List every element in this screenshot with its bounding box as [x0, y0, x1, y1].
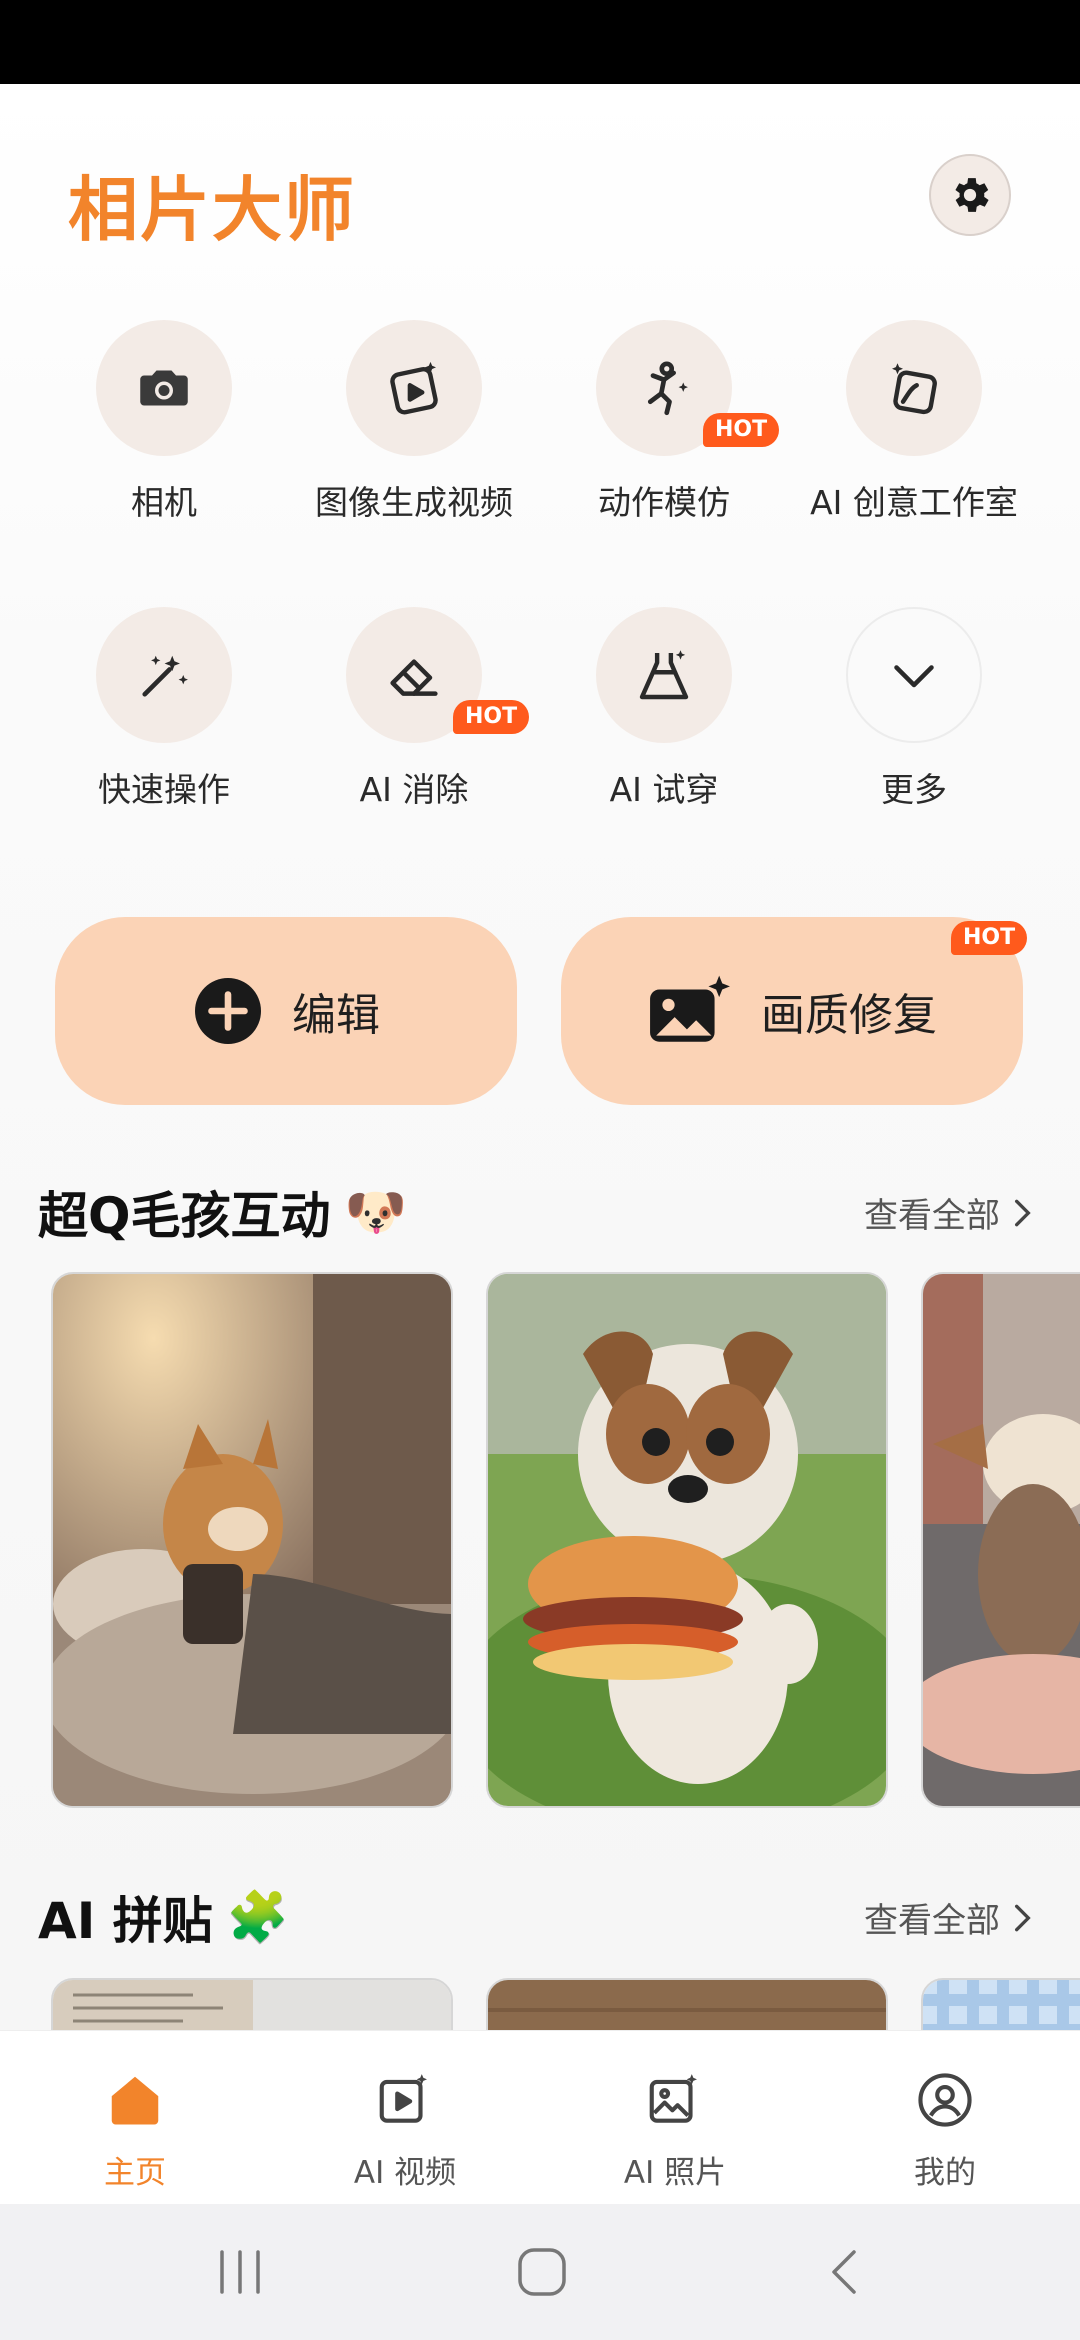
home-screen: 相片大师 相机 图像生成视频 动作模仿 HOT AI 创意工作室 快速操作 AI… [0, 84, 1080, 2034]
tool-image-to-video-label: 图像生成视频 [315, 483, 513, 522]
nav-home[interactable]: 主页 [0, 2031, 270, 2205]
edit-button[interactable]: 编辑 [55, 917, 517, 1105]
pet-card-puppy-burger[interactable] [486, 1272, 888, 1808]
dog-in-hand-image [923, 1274, 1080, 1806]
ai-photo-icon [649, 2074, 697, 2123]
app-title: 相片大师 [68, 169, 356, 251]
nav-profile[interactable]: 我的 [810, 2031, 1080, 2205]
image-to-video-icon [390, 361, 438, 415]
tool-camera-label: 相机 [131, 483, 197, 522]
tool-image-to-video[interactable]: 图像生成视频 [289, 320, 539, 524]
eraser-icon [390, 659, 438, 696]
chevron-right-icon [1015, 1904, 1031, 1931]
tool-more-label: 更多 [881, 770, 947, 809]
enhance-hot-badge: HOT [951, 921, 1028, 955]
settings-button[interactable] [929, 154, 1011, 236]
edit-button-label: 编辑 [292, 990, 380, 1041]
tool-image-to-video-circle [346, 320, 482, 456]
dress-icon [639, 650, 689, 700]
collage-card-newspaper[interactable] [51, 1978, 453, 2034]
tool-quick-actions-label: 快速操作 [98, 770, 230, 809]
tool-creative-studio-circle [846, 320, 982, 456]
pets-section-title: 超Q毛孩互动 🐶 [38, 1176, 407, 1248]
gear-icon [955, 178, 989, 212]
nav-ai-video-label: AI 视频 [353, 2155, 457, 2191]
collage-view-all-link[interactable]: 查看全部 [864, 1893, 1040, 1942]
nav-ai-photo-label: AI 照片 [623, 2155, 727, 2191]
pets-view-all-link[interactable]: 查看全部 [864, 1188, 1040, 1237]
ai-eraser-hot-badge: HOT [453, 700, 530, 734]
collage-card-wood[interactable] [486, 1978, 888, 2034]
tool-creative-studio[interactable]: AI 创意工作室 [789, 320, 1039, 524]
pet-card-dog-in-hand[interactable] [921, 1272, 1080, 1808]
gingham-pattern-image [923, 1980, 1080, 2034]
tool-ai-eraser-label: AI 消除 [359, 770, 469, 809]
pet-card-corgi[interactable] [51, 1272, 453, 1808]
tool-creative-studio-label: AI 创意工作室 [810, 483, 1018, 522]
tool-ai-tryon-label: AI 试穿 [609, 770, 719, 809]
tool-ai-tryon[interactable]: AI 试穿 [539, 607, 789, 811]
collage-section-title-text: AI 拼贴 [38, 1892, 213, 1950]
nav-home-label: 主页 [104, 2155, 166, 2191]
corgi-in-bed-image [53, 1274, 451, 1806]
plus-circle-icon [195, 978, 261, 1044]
collage-view-all-label: 查看全部 [864, 1901, 1000, 1941]
chevron-right-icon [1015, 1199, 1031, 1226]
tool-camera[interactable]: 相机 [39, 320, 289, 524]
puzzle-emoji-icon: 🧩 [226, 1887, 289, 1946]
tool-quick-actions-circle [96, 607, 232, 743]
tool-more[interactable]: 更多 [789, 607, 1039, 811]
nav-profile-label: 我的 [914, 2155, 976, 2191]
home-system-icon[interactable] [514, 2244, 570, 2300]
home-icon [111, 2076, 159, 2125]
back-icon[interactable] [820, 2244, 872, 2300]
magic-wand-icon [142, 655, 188, 697]
motion-mimic-hot-badge: HOT [703, 413, 780, 447]
status-bar [0, 0, 1080, 84]
creative-studio-icon [892, 363, 937, 415]
puppy-with-burger-image [488, 1274, 886, 1806]
pets-section-title-text: 超Q毛孩互动 [38, 1187, 331, 1245]
tool-more-circle [846, 607, 982, 743]
dance-motion-icon [647, 361, 688, 416]
collage-section-title: AI 拼贴 🧩 [38, 1881, 289, 1953]
camera-icon [140, 370, 188, 406]
nav-ai-video[interactable]: AI 视频 [270, 2031, 540, 2205]
nav-ai-photo[interactable]: AI 照片 [540, 2031, 810, 2205]
tool-quick-actions[interactable]: 快速操作 [39, 607, 289, 811]
tool-motion-mimic-label: 动作模仿 [598, 483, 730, 522]
newspaper-collage-image [53, 1980, 451, 2034]
tool-ai-tryon-circle [596, 607, 732, 743]
tool-camera-circle [96, 320, 232, 456]
bottom-nav: 主页 AI 视频 AI 照片 我的 [0, 2030, 1080, 2204]
dog-emoji-icon: 🐶 [344, 1182, 407, 1241]
image-enhance-icon [650, 975, 730, 1042]
ai-video-icon [379, 2074, 427, 2123]
recent-apps-icon[interactable] [210, 2246, 270, 2298]
pets-view-all-label: 查看全部 [864, 1196, 1000, 1236]
wood-texture-image [488, 1980, 886, 2034]
profile-icon [918, 2073, 972, 2127]
enhance-button-label: 画质修复 [761, 990, 937, 1041]
collage-card-gingham[interactable] [921, 1978, 1080, 2034]
system-nav-bar [0, 2204, 1080, 2340]
chevron-down-icon [894, 665, 934, 688]
